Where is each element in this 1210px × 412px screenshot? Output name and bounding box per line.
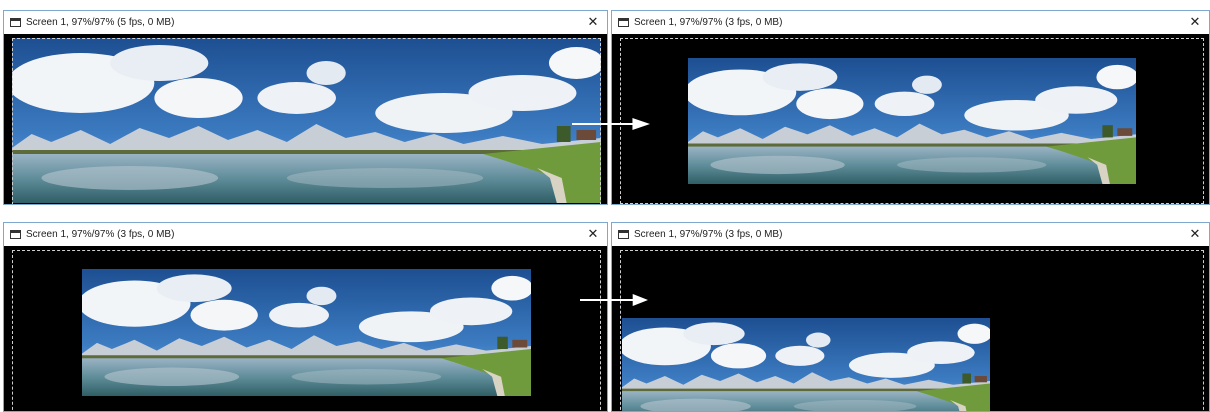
window-titlebar[interactable]: Screen 1, 97%/97% (5 fps, 0 MB) ✕ [4, 11, 607, 34]
window-icon [10, 18, 21, 27]
window-title: Screen 1, 97%/97% (3 fps, 0 MB) [634, 229, 783, 240]
screen-window-4: Screen 1, 97%/97% (3 fps, 0 MB) ✕ [611, 222, 1210, 412]
window-title: Screen 1, 97%/97% (3 fps, 0 MB) [634, 17, 783, 28]
screen-content [4, 34, 607, 204]
screen-content [612, 246, 1209, 411]
window-title: Screen 1, 97%/97% (5 fps, 0 MB) [26, 17, 175, 28]
window-icon [10, 230, 21, 239]
panorama-image [622, 318, 990, 412]
screen-window-1: Screen 1, 97%/97% (5 fps, 0 MB) ✕ [3, 10, 608, 205]
close-button[interactable]: ✕ [1187, 226, 1203, 242]
window-titlebar[interactable]: Screen 1, 97%/97% (3 fps, 0 MB) ✕ [4, 223, 607, 246]
panorama-image [12, 38, 601, 203]
close-button[interactable]: ✕ [1187, 14, 1203, 30]
screen-content [4, 246, 607, 411]
arrow-right-icon [572, 118, 650, 130]
panorama-image [82, 269, 531, 396]
window-title: Screen 1, 97%/97% (3 fps, 0 MB) [26, 229, 175, 240]
screen-window-3: Screen 1, 97%/97% (3 fps, 0 MB) ✕ [3, 222, 608, 412]
window-icon [618, 18, 629, 27]
screen-window-2: Screen 1, 97%/97% (3 fps, 0 MB) ✕ [611, 10, 1210, 205]
window-titlebar[interactable]: Screen 1, 97%/97% (3 fps, 0 MB) ✕ [612, 11, 1209, 34]
arrow-right-icon [580, 294, 648, 306]
panorama-image [688, 58, 1136, 184]
close-button[interactable]: ✕ [585, 14, 601, 30]
window-icon [618, 230, 629, 239]
screen-content [612, 34, 1209, 204]
window-titlebar[interactable]: Screen 1, 97%/97% (3 fps, 0 MB) ✕ [612, 223, 1209, 246]
close-button[interactable]: ✕ [585, 226, 601, 242]
